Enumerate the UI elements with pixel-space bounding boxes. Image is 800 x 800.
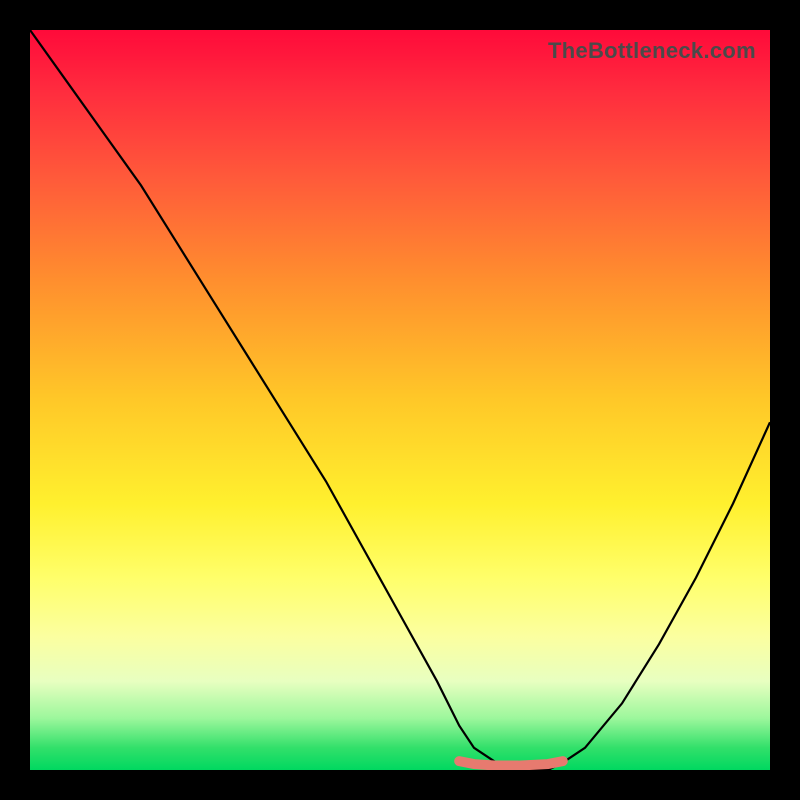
bottleneck-curve [30,30,770,770]
chart-frame: TheBottleneck.com [0,0,800,800]
optimal-range-marker [459,761,563,765]
curve-layer [30,30,770,770]
plot-area: TheBottleneck.com [30,30,770,770]
